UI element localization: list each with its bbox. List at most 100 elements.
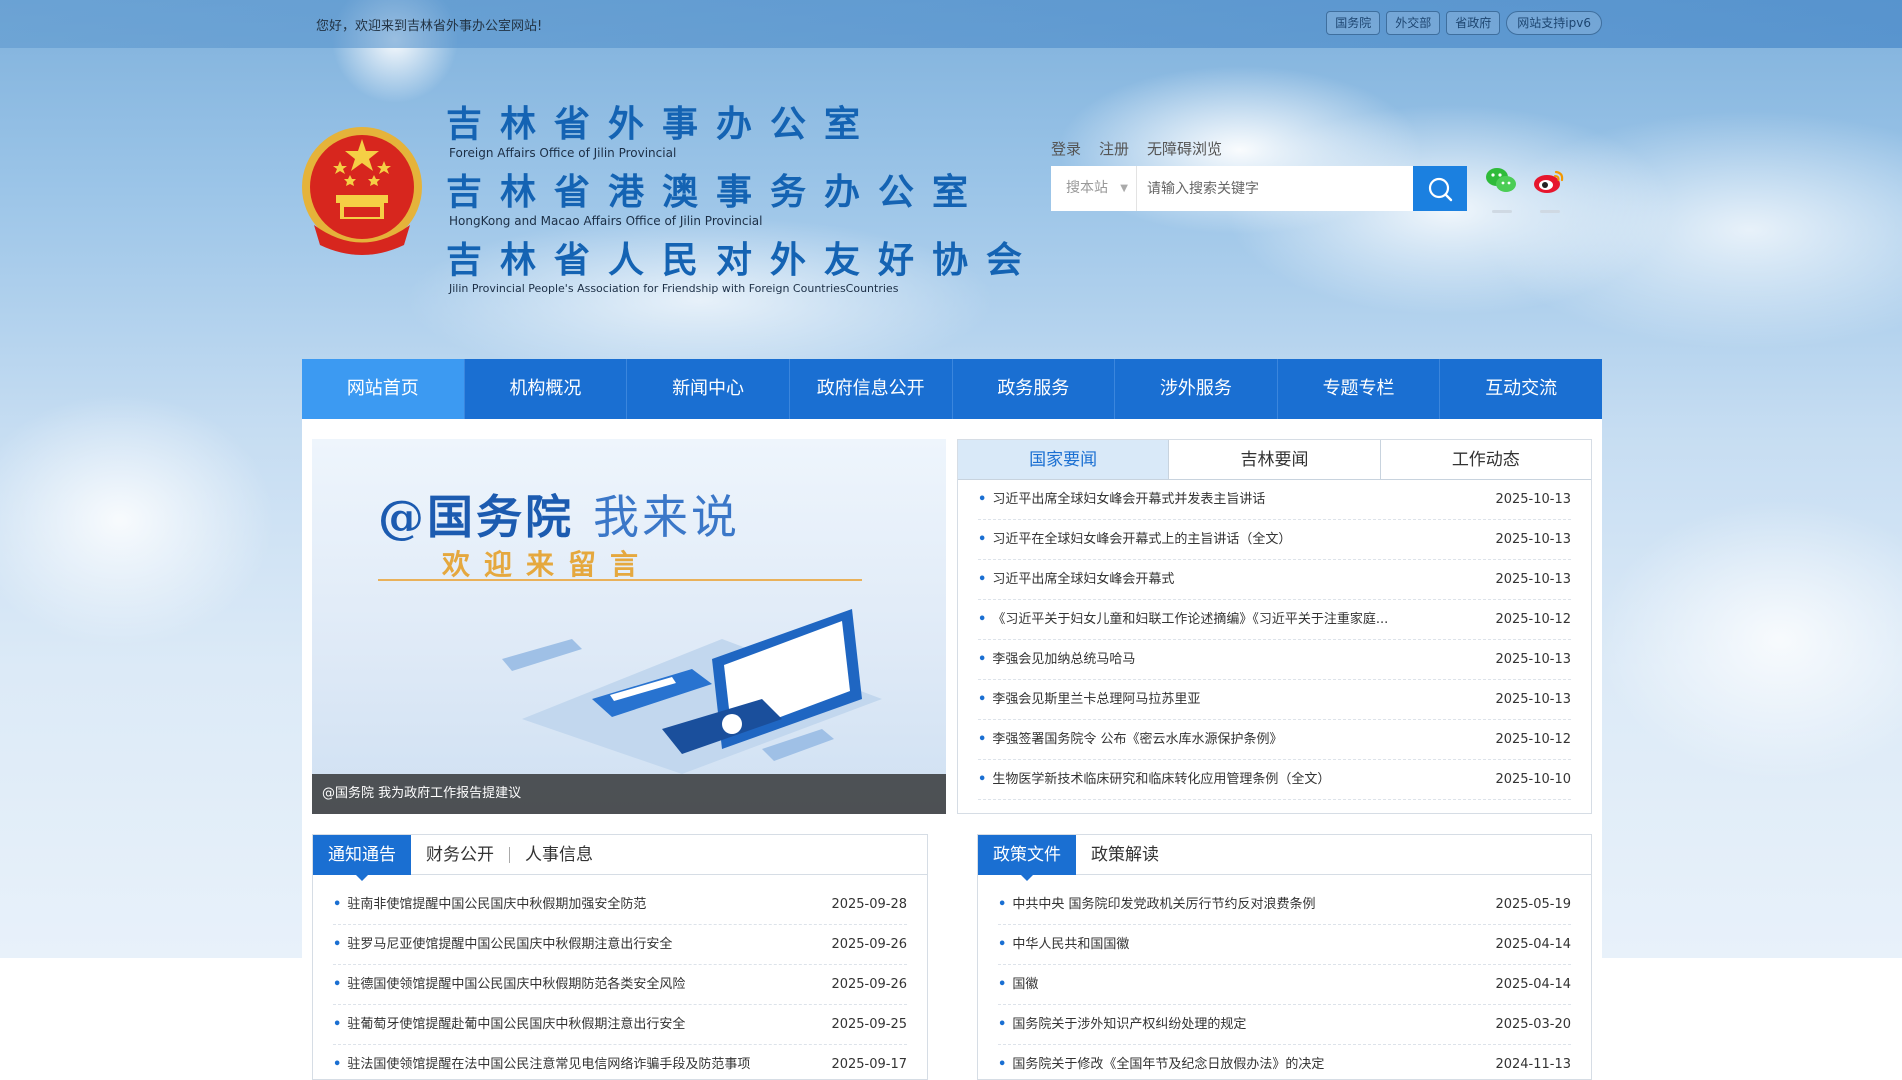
wechat-button[interactable] [1484,166,1518,213]
link-foreign-ministry[interactable]: 外交部 [1386,11,1441,35]
tab-finance[interactable]: 财务公开 [411,835,509,875]
list-item[interactable]: • 驻罗马尼亚使馆提醒中国公民国庆中秋假期注意出行安全 2025-09-26 [333,925,907,965]
notice-date: 2025-09-26 [831,937,907,952]
bullet: • [978,612,987,627]
news-title[interactable]: 习近平在全球妇女峰会开幕式上的主旨讲话（全文） [992,520,1495,559]
list-item[interactable]: • 习近平出席全球妇女峰会开幕式 2025-10-13 [978,560,1571,600]
news-date: 2025-10-13 [1495,532,1571,547]
notice-date: 2025-09-28 [831,897,907,912]
notice-title[interactable]: 驻德国使领馆提醒中国公民国庆中秋假期防范各类安全风险 [347,965,831,1004]
list-item[interactable]: • 驻法国使领馆提醒在法中国公民注意常见电信网络诈骗手段及防范事项 2025-09-… [333,1045,907,1080]
news-title[interactable]: 李强会见加纳总统马哈马 [992,640,1495,679]
search-button[interactable] [1413,166,1467,211]
notice-list: • 驻南非使馆提醒中国公民国庆中秋假期加强安全防范 2025-09-28 • 驻罗马尼… [313,875,927,1080]
nav-special[interactable]: 专题专栏 [1278,359,1441,419]
list-item[interactable]: • 李强会见加纳总统马哈马 2025-10-13 [978,640,1571,680]
policy-panel: 政策文件 政策解读 • 中共中央 国务院印发党政机关厉行节约反对浪费条例 2025-… [977,834,1592,1080]
list-item[interactable]: • 驻葡萄牙使馆提醒赴葡中国公民国庆中秋假期注意出行安全 2025-09-25 [333,1005,907,1045]
list-item[interactable]: • 习近平在全球妇女峰会开幕式上的主旨讲话（全文） 2025-10-13 [978,520,1571,560]
bullet: • [978,652,987,667]
search-scope-select[interactable]: 搜本站 ▼ [1051,166,1137,211]
list-item[interactable]: • 中共中央 国务院印发党政机关厉行节约反对浪费条例 2025-05-19 [998,885,1571,925]
news-date: 2025-10-12 [1495,732,1571,747]
nav-interaction[interactable]: 互动交流 [1440,359,1602,419]
news-title[interactable]: 习近平出席全球妇女峰会开幕式并发表主旨讲话 [992,480,1495,519]
site-titles: 吉林省外事办公室 Foreign Affairs Office of Jilin… [446,102,1040,306]
bullet: • [998,1057,1007,1072]
tab-jilin-news[interactable]: 吉林要闻 [1169,440,1381,479]
notice-title[interactable]: 驻罗马尼亚使馆提醒中国公民国庆中秋假期注意出行安全 [347,925,831,964]
policy-date: 2025-05-19 [1495,897,1571,912]
news-date: 2025-10-12 [1495,612,1571,627]
notice-title[interactable]: 驻葡萄牙使馆提醒赴葡中国公民国庆中秋假期注意出行安全 [347,1005,831,1044]
list-item[interactable]: • 李强会见斯里兰卡总理阿马拉苏里亚 2025-10-13 [978,680,1571,720]
link-state-council[interactable]: 国务院 [1326,11,1381,35]
login-link[interactable]: 登录 [1051,138,1081,159]
news-title[interactable]: 生物医学新技术临床研究和临床转化应用管理条例（全文） [992,760,1495,799]
main-content: @国务院 我来说 欢迎来留言 @国务院 我为政府工作报告提建议 国家要闻 吉林要… [302,419,1602,1080]
nav-gov-service[interactable]: 政务服务 [953,359,1116,419]
link-provincial-gov[interactable]: 省政府 [1446,11,1501,35]
list-item[interactable]: • 生物医学新技术临床研究和临床转化应用管理条例（全文） 2025-10-10 [978,760,1571,800]
policy-title[interactable]: 中共中央 国务院印发党政机关厉行节约反对浪费条例 [1012,885,1495,924]
bullet: • [333,897,342,912]
nav-foreign-service[interactable]: 涉外服务 [1115,359,1278,419]
title-hk-macao: 吉林省港澳事务办公室 [446,171,987,213]
policy-title[interactable]: 国务院关于涉外知识产权纠纷处理的规定 [1012,1005,1495,1044]
list-item[interactable]: • 驻德国使领馆提醒中国公民国庆中秋假期防范各类安全风险 2025-09-26 [333,965,907,1005]
list-item[interactable]: • 国徽 2025-04-14 [998,965,1571,1005]
list-item[interactable]: • 国务院关于修改《全国年节及纪念日放假办法》的决定 2024-11-13 [998,1045,1571,1080]
news-title[interactable]: 习近平出席全球妇女峰会开幕式 [992,560,1495,599]
list-item[interactable]: • 习近平出席全球妇女峰会开幕式并发表主旨讲话 2025-10-13 [978,480,1571,520]
tab-work-news[interactable]: 工作动态 [1380,440,1591,479]
notice-title[interactable]: 驻法国使领馆提醒在法中国公民注意常见电信网络诈骗手段及防范事项 [347,1045,831,1080]
news-date: 2025-10-13 [1495,572,1571,587]
bullet: • [978,572,987,587]
news-tabbox: 国家要闻 吉林要闻 工作动态 • 习近平出席全球妇女峰会开幕式并发表主旨讲话 202… [957,439,1592,814]
policy-date: 2025-04-14 [1495,937,1571,952]
news-title[interactable]: 李强会见斯里兰卡总理阿马拉苏里亚 [992,680,1495,719]
news-list: • 习近平出席全球妇女峰会开幕式并发表主旨讲话 2025-10-13 • 习近平在全球… [958,480,1591,800]
news-date: 2025-10-13 [1495,692,1571,707]
notice-date: 2025-09-17 [831,1057,907,1072]
nav-about[interactable]: 机构概况 [465,359,628,419]
search-input[interactable] [1137,166,1413,211]
nav-news[interactable]: 新闻中心 [627,359,790,419]
wechat-icon [1486,168,1516,192]
list-item[interactable]: • 李强签署国务院令 公布《密云水库水源保护条例》 2025-10-12 [978,720,1571,760]
tab-policy-docs[interactable]: 政策文件 [978,834,1076,881]
policy-title[interactable]: 国务院关于修改《全国年节及纪念日放假办法》的决定 [1012,1045,1495,1080]
weibo-button[interactable] [1532,166,1566,213]
notice-date: 2025-09-26 [831,977,907,992]
nav-home[interactable]: 网站首页 [302,359,465,419]
tab-notices[interactable]: 通知通告 [313,834,411,881]
tab-personnel[interactable]: 人事信息 [510,835,608,875]
list-item[interactable]: • 国务院关于涉外知识产权纠纷处理的规定 2025-03-20 [998,1005,1571,1045]
list-item[interactable]: • 驻南非使馆提醒中国公民国庆中秋假期加强安全防范 2025-09-28 [333,885,907,925]
nav-gov-info[interactable]: 政府信息公开 [790,359,953,419]
news-title[interactable]: 李强签署国务院令 公布《密云水库水源保护条例》 [992,720,1495,759]
laptop-illustration [502,609,882,774]
register-link[interactable]: 注册 [1099,138,1129,159]
policy-title[interactable]: 中华人民共和国国徽 [1012,925,1495,964]
bullet: • [998,937,1007,952]
news-date: 2025-10-13 [1495,652,1571,667]
accessibility-link[interactable]: 无障碍浏览 [1147,138,1222,159]
bullet: • [333,977,342,992]
banner-title-main: @国务院 [378,490,574,544]
bullet: • [998,1017,1007,1032]
policy-title[interactable]: 国徽 [1012,965,1495,1004]
link-ipv6[interactable]: 网站支持ipv6 [1506,11,1602,35]
list-item[interactable]: • 中华人民共和国国徽 2025-04-14 [998,925,1571,965]
banner-slide[interactable]: @国务院 我来说 欢迎来留言 @国务院 我为政府工作报告提建议 [312,439,946,814]
news-date: 2025-10-13 [1495,492,1571,507]
title-foreign-affairs-en: Foreign Affairs Office of Jilin Provinci… [449,146,677,160]
policy-date: 2024-11-13 [1495,1057,1571,1072]
tab-national-news[interactable]: 国家要闻 [958,440,1170,479]
weibo-underline [1540,210,1560,213]
news-title[interactable]: 《习近平关于妇女儿童和妇联工作论述摘编》《习近平关于注重家庭... [992,600,1495,639]
list-item[interactable]: • 《习近平关于妇女儿童和妇联工作论述摘编》《习近平关于注重家庭... 2025-1… [978,600,1571,640]
tab-policy-interpret[interactable]: 政策解读 [1076,835,1174,875]
banner-divider [378,579,862,581]
notice-title[interactable]: 驻南非使馆提醒中国公民国庆中秋假期加强安全防范 [347,885,831,924]
